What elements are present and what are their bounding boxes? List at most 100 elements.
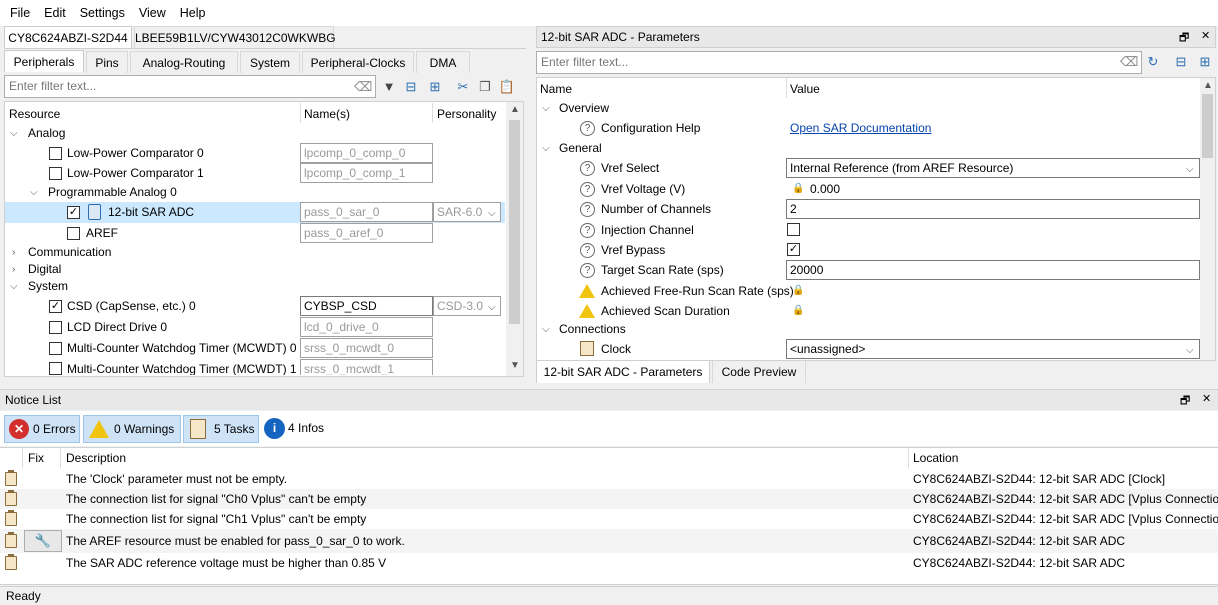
collapse-all-icon[interactable]: ⊟ bbox=[1172, 53, 1190, 71]
chevron-right-icon[interactable]: › bbox=[12, 247, 15, 258]
tree-programmable-analog[interactable]: Programmable Analog 0 bbox=[48, 182, 177, 202]
sar-documentation-link[interactable]: Open SAR Documentation bbox=[790, 118, 931, 138]
tree-scroll-thumb[interactable] bbox=[509, 120, 520, 324]
chevron-down-icon[interactable]: ⌵ bbox=[10, 281, 18, 292]
tree-csd[interactable]: CSD (CapSense, etc.) 0 bbox=[67, 296, 196, 316]
group-connections[interactable]: Connections bbox=[559, 319, 626, 339]
chevron-down-icon[interactable]: ⌵ bbox=[488, 302, 496, 313]
params-scrollbar[interactable]: ▲ bbox=[1200, 78, 1215, 360]
mcwdt0-checkbox[interactable] bbox=[49, 342, 62, 355]
chevron-down-icon[interactable]: ⌵ bbox=[542, 103, 550, 114]
tree-lpcomp1[interactable]: Low-Power Comparator 1 bbox=[67, 163, 204, 183]
chevron-down-icon[interactable]: ⌵ bbox=[30, 187, 38, 198]
tasks-filter-button[interactable]: 5 Tasks bbox=[183, 415, 259, 443]
restore-icon[interactable]: 🗗 bbox=[1179, 29, 1189, 48]
tab-params[interactable]: 12-bit SAR ADC - Parameters bbox=[536, 361, 710, 383]
mcwdt1-checkbox[interactable] bbox=[49, 362, 62, 375]
params-scroll-thumb[interactable] bbox=[1202, 94, 1213, 158]
tab-code-preview[interactable]: Code Preview bbox=[712, 361, 806, 383]
errors-filter-button[interactable]: ✕ 0 Errors bbox=[4, 415, 80, 443]
csd-checkbox[interactable]: ✓ bbox=[49, 300, 62, 313]
scroll-down-icon[interactable]: ▼ bbox=[510, 360, 520, 371]
infos-filter-button[interactable]: i 4 Infos bbox=[264, 415, 330, 443]
location-header[interactable]: Location bbox=[913, 449, 958, 467]
personality-header[interactable]: Personality bbox=[437, 105, 496, 123]
eraser-icon[interactable]: ⌫ bbox=[1120, 53, 1138, 71]
menu-view[interactable]: View bbox=[132, 0, 173, 26]
params-filter-box[interactable] bbox=[536, 51, 1142, 74]
warnings-filter-button[interactable]: 0 Warnings bbox=[83, 415, 181, 443]
fix-header[interactable]: Fix bbox=[28, 449, 44, 467]
params-name-header[interactable]: Name bbox=[540, 80, 572, 98]
wrench-fix-button[interactable]: 🔧 bbox=[24, 530, 62, 552]
num-channels-input[interactable]: 2 bbox=[786, 199, 1200, 219]
scroll-up-icon[interactable]: ▲ bbox=[1203, 80, 1213, 91]
device-tab-main[interactable]: CY8C624ABZI-S2D44 bbox=[4, 26, 132, 48]
vref-select-dropdown[interactable]: Internal Reference (from AREF Resource) bbox=[786, 158, 1200, 178]
table-row[interactable]: 🔧 The AREF resource must be enabled for … bbox=[0, 529, 1218, 553]
tree-system[interactable]: System bbox=[28, 276, 68, 296]
collapse-all-icon[interactable]: ⊟ bbox=[402, 78, 420, 96]
tree-mcwdt0[interactable]: Multi-Counter Watchdog Timer (MCWDT) 0 bbox=[67, 338, 297, 358]
tab-system[interactable]: System bbox=[240, 51, 300, 73]
group-overview[interactable]: Overview bbox=[559, 98, 609, 118]
tree-aref[interactable]: AREF bbox=[86, 223, 118, 243]
refresh-icon[interactable]: ↻ bbox=[1144, 53, 1162, 71]
table-row[interactable]: The connection list for signal "Ch1 Vplu… bbox=[0, 509, 1218, 529]
chevron-down-icon[interactable]: ⌵ bbox=[542, 143, 550, 154]
group-general[interactable]: General bbox=[559, 138, 602, 158]
injection-channel-checkbox[interactable] bbox=[787, 223, 800, 236]
chevron-down-icon[interactable]: ⌵ bbox=[488, 208, 496, 219]
lcd-name-field[interactable]: lcd_0_drive_0 bbox=[300, 317, 433, 337]
close-icon[interactable]: ✕ bbox=[1202, 392, 1211, 405]
chevron-right-icon[interactable]: › bbox=[12, 264, 15, 275]
table-row[interactable]: The SAR ADC reference voltage must be hi… bbox=[0, 553, 1218, 573]
lpcomp0-checkbox[interactable] bbox=[49, 147, 62, 160]
tab-peripheral-clocks[interactable]: Peripheral-Clocks bbox=[302, 51, 414, 73]
chevron-down-icon[interactable]: ⌵ bbox=[10, 128, 18, 139]
sar-name-field[interactable]: pass_0_sar_0 bbox=[300, 202, 433, 222]
left-filter-box[interactable] bbox=[4, 75, 376, 98]
mcwdt1-name-field[interactable]: srss_0_mcwdt_1 bbox=[300, 359, 433, 375]
vref-bypass-checkbox[interactable]: ✓ bbox=[787, 243, 800, 256]
tab-dma[interactable]: DMA bbox=[416, 51, 470, 73]
menu-edit[interactable]: Edit bbox=[37, 0, 73, 26]
description-header[interactable]: Description bbox=[66, 449, 126, 467]
device-tab-wifi[interactable]: LBEE59B1LV/CYW43012C0WKWBG bbox=[134, 26, 336, 48]
funnel-icon[interactable]: ▼ bbox=[380, 78, 398, 96]
scan-rate-input[interactable]: 20000 bbox=[786, 260, 1200, 280]
eraser-icon[interactable]: ⌫ bbox=[354, 78, 372, 96]
table-row[interactable]: The connection list for signal "Ch0 Vplu… bbox=[0, 489, 1218, 509]
restore-icon[interactable]: 🗗 bbox=[1180, 392, 1190, 411]
chevron-down-icon[interactable]: ⌵ bbox=[1186, 164, 1194, 175]
tree-sar-adc[interactable]: 12-bit SAR ADC bbox=[108, 202, 194, 222]
scroll-up-icon[interactable]: ▲ bbox=[510, 104, 520, 115]
menu-help[interactable]: Help bbox=[173, 0, 213, 26]
params-value-header[interactable]: Value bbox=[790, 80, 820, 98]
sar-checkbox[interactable]: ✓ bbox=[67, 206, 80, 219]
menu-settings[interactable]: Settings bbox=[73, 0, 132, 26]
chevron-down-icon[interactable]: ⌵ bbox=[542, 324, 550, 335]
tab-analog-routing[interactable]: Analog-Routing bbox=[130, 51, 238, 73]
lpcomp1-name-field[interactable]: lpcomp_0_comp_1 bbox=[300, 163, 433, 183]
aref-checkbox[interactable] bbox=[67, 227, 80, 240]
tree-analog[interactable]: Analog bbox=[28, 123, 65, 143]
copy-icon[interactable]: ❐ bbox=[476, 78, 494, 96]
cut-icon[interactable]: ✂ bbox=[454, 78, 472, 96]
aref-name-field[interactable]: pass_0_aref_0 bbox=[300, 223, 433, 243]
expand-all-icon[interactable]: ⊞ bbox=[426, 78, 444, 96]
resource-header[interactable]: Resource bbox=[9, 105, 60, 123]
names-header[interactable]: Name(s) bbox=[304, 105, 350, 123]
params-filter-input[interactable] bbox=[541, 55, 1081, 69]
menu-file[interactable]: File bbox=[3, 0, 37, 26]
tree-lpcomp0[interactable]: Low-Power Comparator 0 bbox=[67, 143, 204, 163]
csd-name-field[interactable]: CYBSP_CSD bbox=[300, 296, 433, 316]
expand-all-icon[interactable]: ⊞ bbox=[1196, 53, 1214, 71]
clock-dropdown[interactable]: <unassigned> bbox=[786, 339, 1200, 359]
tree-lcd[interactable]: LCD Direct Drive 0 bbox=[67, 317, 167, 337]
lcd-checkbox[interactable] bbox=[49, 321, 62, 334]
paste-icon[interactable]: 📋 bbox=[498, 78, 516, 96]
lpcomp0-name-field[interactable]: lpcomp_0_comp_0 bbox=[300, 143, 433, 163]
lpcomp1-checkbox[interactable] bbox=[49, 167, 62, 180]
mcwdt0-name-field[interactable]: srss_0_mcwdt_0 bbox=[300, 338, 433, 358]
